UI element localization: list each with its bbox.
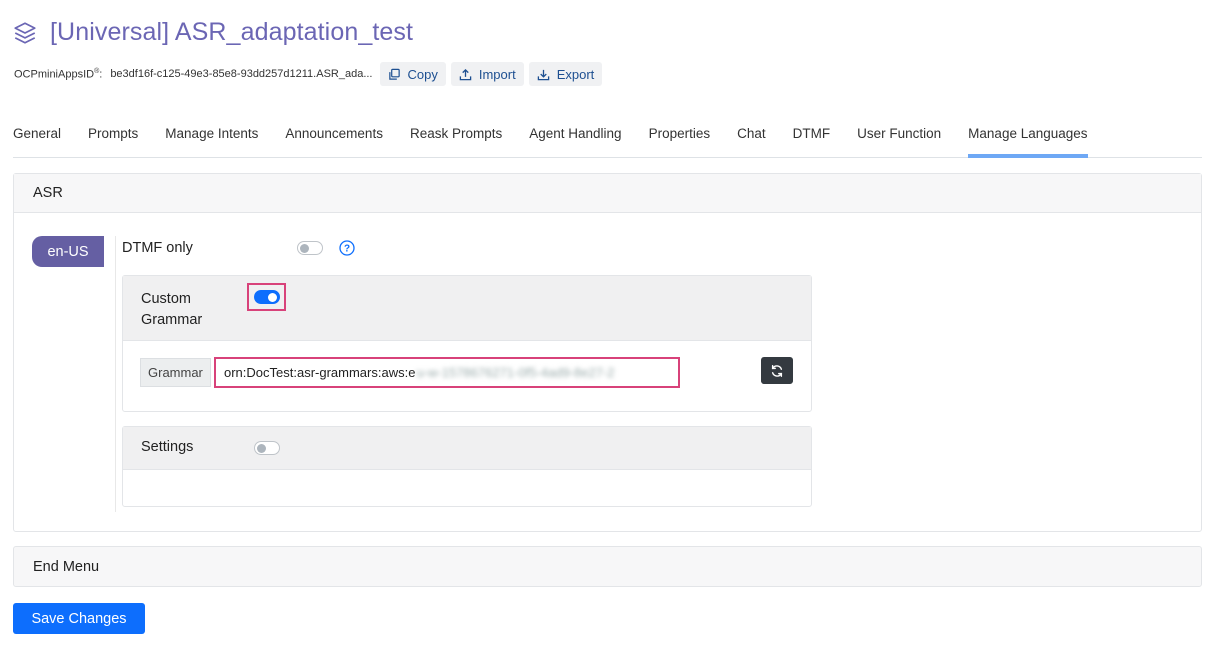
import-button[interactable]: Import xyxy=(450,62,524,86)
custom-grammar-body: Grammar orn:DocTest:asr-grammars:aws:e u-… xyxy=(123,341,811,412)
dtmf-only-label: DTMF only xyxy=(122,240,193,256)
language-tab-en-us[interactable]: en-US xyxy=(32,236,104,267)
grammar-input[interactable]: orn:DocTest:asr-grammars:aws:e u-w-157867… xyxy=(214,357,680,388)
custom-grammar-card: Custom Grammar Grammar orn:DocTest:asr-g… xyxy=(122,275,812,412)
page-title: [Universal] ASR_adaptation_test xyxy=(50,18,414,46)
grammar-value: orn:DocTest:asr-grammars:aws:e xyxy=(224,365,416,380)
tab-announcements[interactable]: Announcements xyxy=(285,118,383,157)
settings-header: Settings xyxy=(123,427,811,470)
app-id-label: OCPminiAppsID®: xyxy=(14,67,103,81)
custom-grammar-toggle[interactable] xyxy=(253,290,280,304)
dtmf-only-toggle[interactable] xyxy=(296,241,323,255)
dtmf-only-row: DTMF only ? xyxy=(122,240,355,256)
settings-label: Settings xyxy=(141,439,194,455)
app-id-row: OCPminiAppsID®: be3df16f-c125-49e3-85e8-… xyxy=(14,62,607,86)
tab-dtmf[interactable]: DTMF xyxy=(793,118,831,157)
end-menu-panel[interactable]: End Menu xyxy=(13,546,1202,587)
tab-reask-prompts[interactable]: Reask Prompts xyxy=(410,118,502,157)
tab-chat[interactable]: Chat xyxy=(737,118,766,157)
grammar-label: Grammar xyxy=(140,358,211,387)
copy-button[interactable]: Copy xyxy=(379,62,446,86)
tab-user-function[interactable]: User Function xyxy=(857,118,941,157)
asr-panel: ASR en-US DTMF only ? Custom Grammar Gra… xyxy=(13,173,1202,532)
tab-manage-languages[interactable]: Manage Languages xyxy=(968,118,1088,158)
page-header: [Universal] ASR_adaptation_test xyxy=(12,18,413,47)
save-changes-button[interactable]: Save Changes xyxy=(13,603,145,634)
download-icon xyxy=(537,69,549,80)
tab-prompts[interactable]: Prompts xyxy=(88,118,138,157)
custom-grammar-label: Custom Grammar xyxy=(141,291,203,328)
grammar-value-obscured: u-w-1578676271-0f5-4ad9-8e27-2 xyxy=(416,365,615,380)
settings-card: Settings xyxy=(122,426,812,507)
layers-icon xyxy=(14,21,36,44)
tab-agent-handling[interactable]: Agent Handling xyxy=(529,118,621,157)
app-id-value: be3df16f-c125-49e3-85e8-93dd257d1211.ASR… xyxy=(110,68,373,80)
custom-grammar-toggle-highlight xyxy=(247,283,286,311)
custom-grammar-header: Custom Grammar xyxy=(123,276,811,341)
refresh-button[interactable] xyxy=(761,357,793,384)
copy-icon xyxy=(388,68,400,80)
tab-bar: General Prompts Manage Intents Announcem… xyxy=(13,118,1202,158)
tab-general[interactable]: General xyxy=(13,118,61,157)
settings-toggle[interactable] xyxy=(254,441,280,455)
tab-manage-intents[interactable]: Manage Intents xyxy=(165,118,258,157)
upload-icon xyxy=(459,68,472,80)
asr-panel-header[interactable]: ASR xyxy=(14,174,1201,213)
language-divider xyxy=(115,236,116,512)
refresh-icon xyxy=(771,364,783,377)
tab-properties[interactable]: Properties xyxy=(649,118,711,157)
help-icon[interactable]: ? xyxy=(339,240,355,256)
svg-text:?: ? xyxy=(344,244,350,255)
export-button[interactable]: Export xyxy=(528,62,603,86)
